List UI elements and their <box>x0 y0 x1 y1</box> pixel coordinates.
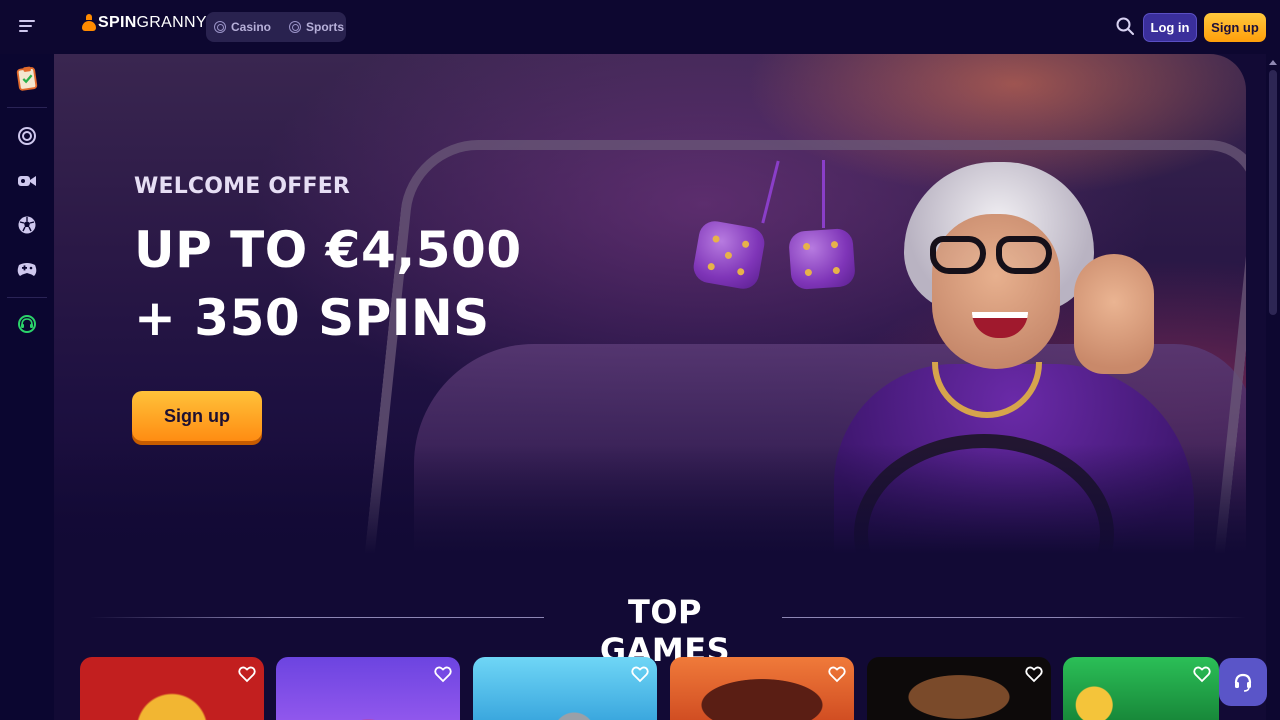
offer-title: UP TO €4,500 + 350 SPINS <box>134 216 522 352</box>
menu-icon[interactable] <box>19 20 35 34</box>
offer-title-line-2: + 350 SPINS <box>134 289 490 347</box>
top-header: SPINGRANNY Casino Sports Log in Sign up <box>0 0 1280 54</box>
scrollbar-thumb[interactable] <box>1269 70 1277 315</box>
game-card[interactable] <box>80 657 264 720</box>
heart-icon[interactable] <box>434 665 452 683</box>
sidebar-divider <box>7 107 47 108</box>
nav-casino[interactable]: Casino <box>214 20 271 34</box>
banner-bottom-fade <box>54 444 1246 554</box>
waving-hand-art <box>1074 254 1154 374</box>
game-card[interactable] <box>276 657 460 720</box>
nav-sports-label: Sports <box>306 20 345 34</box>
casino-chip-icon[interactable] <box>15 124 39 148</box>
game-card[interactable] <box>867 657 1051 720</box>
heart-icon[interactable] <box>631 665 649 683</box>
dice-string <box>822 160 825 228</box>
game-card[interactable] <box>1063 657 1219 720</box>
support-headset-icon[interactable] <box>15 312 39 336</box>
heart-icon[interactable] <box>1025 665 1043 683</box>
soccer-ball-icon[interactable] <box>15 213 39 237</box>
section-divider-left <box>90 617 544 618</box>
product-switcher: Casino Sports <box>206 12 346 42</box>
offer-eyebrow: WELCOME OFFER <box>134 174 351 199</box>
header-signup-button[interactable]: Sign up <box>1204 13 1266 42</box>
game-card[interactable] <box>670 657 854 720</box>
live-camera-icon[interactable] <box>15 169 39 193</box>
login-button[interactable]: Log in <box>1143 13 1197 42</box>
gamepad-icon[interactable] <box>15 257 39 281</box>
offer-title-line-1: UP TO €4,500 <box>134 221 522 279</box>
support-headset-icon <box>1234 673 1252 692</box>
heart-icon[interactable] <box>1193 665 1211 683</box>
heart-icon[interactable] <box>828 665 846 683</box>
welcome-offer-banner: WELCOME OFFER UP TO €4,500 + 350 SPINS S… <box>54 54 1246 554</box>
site-logo[interactable]: SPINGRANNY <box>82 14 207 32</box>
logo-mark-icon <box>82 14 96 32</box>
granny-glasses-art <box>930 236 1056 276</box>
page-scrollbar[interactable] <box>1266 54 1280 720</box>
section-divider-right <box>782 617 1246 618</box>
live-support-button[interactable] <box>1219 658 1267 706</box>
casino-chip-icon <box>214 21 226 33</box>
hero-signup-button[interactable]: Sign up <box>132 391 262 441</box>
nav-casino-label: Casino <box>231 20 272 34</box>
promotions-clipboard-icon[interactable] <box>15 66 39 91</box>
fuzzy-die-art <box>788 227 856 291</box>
search-icon[interactable] <box>1116 17 1134 35</box>
game-card[interactable] <box>473 657 657 720</box>
left-sidebar <box>0 54 54 720</box>
heart-icon[interactable] <box>238 665 256 683</box>
fuzzy-die-art <box>691 218 767 292</box>
logo-text: SPINGRANNY <box>98 14 207 31</box>
sidebar-divider <box>7 297 47 298</box>
soccer-ball-icon <box>289 21 302 33</box>
scroll-up-arrow-icon[interactable] <box>1269 60 1277 65</box>
nav-sports[interactable]: Sports <box>289 20 344 34</box>
